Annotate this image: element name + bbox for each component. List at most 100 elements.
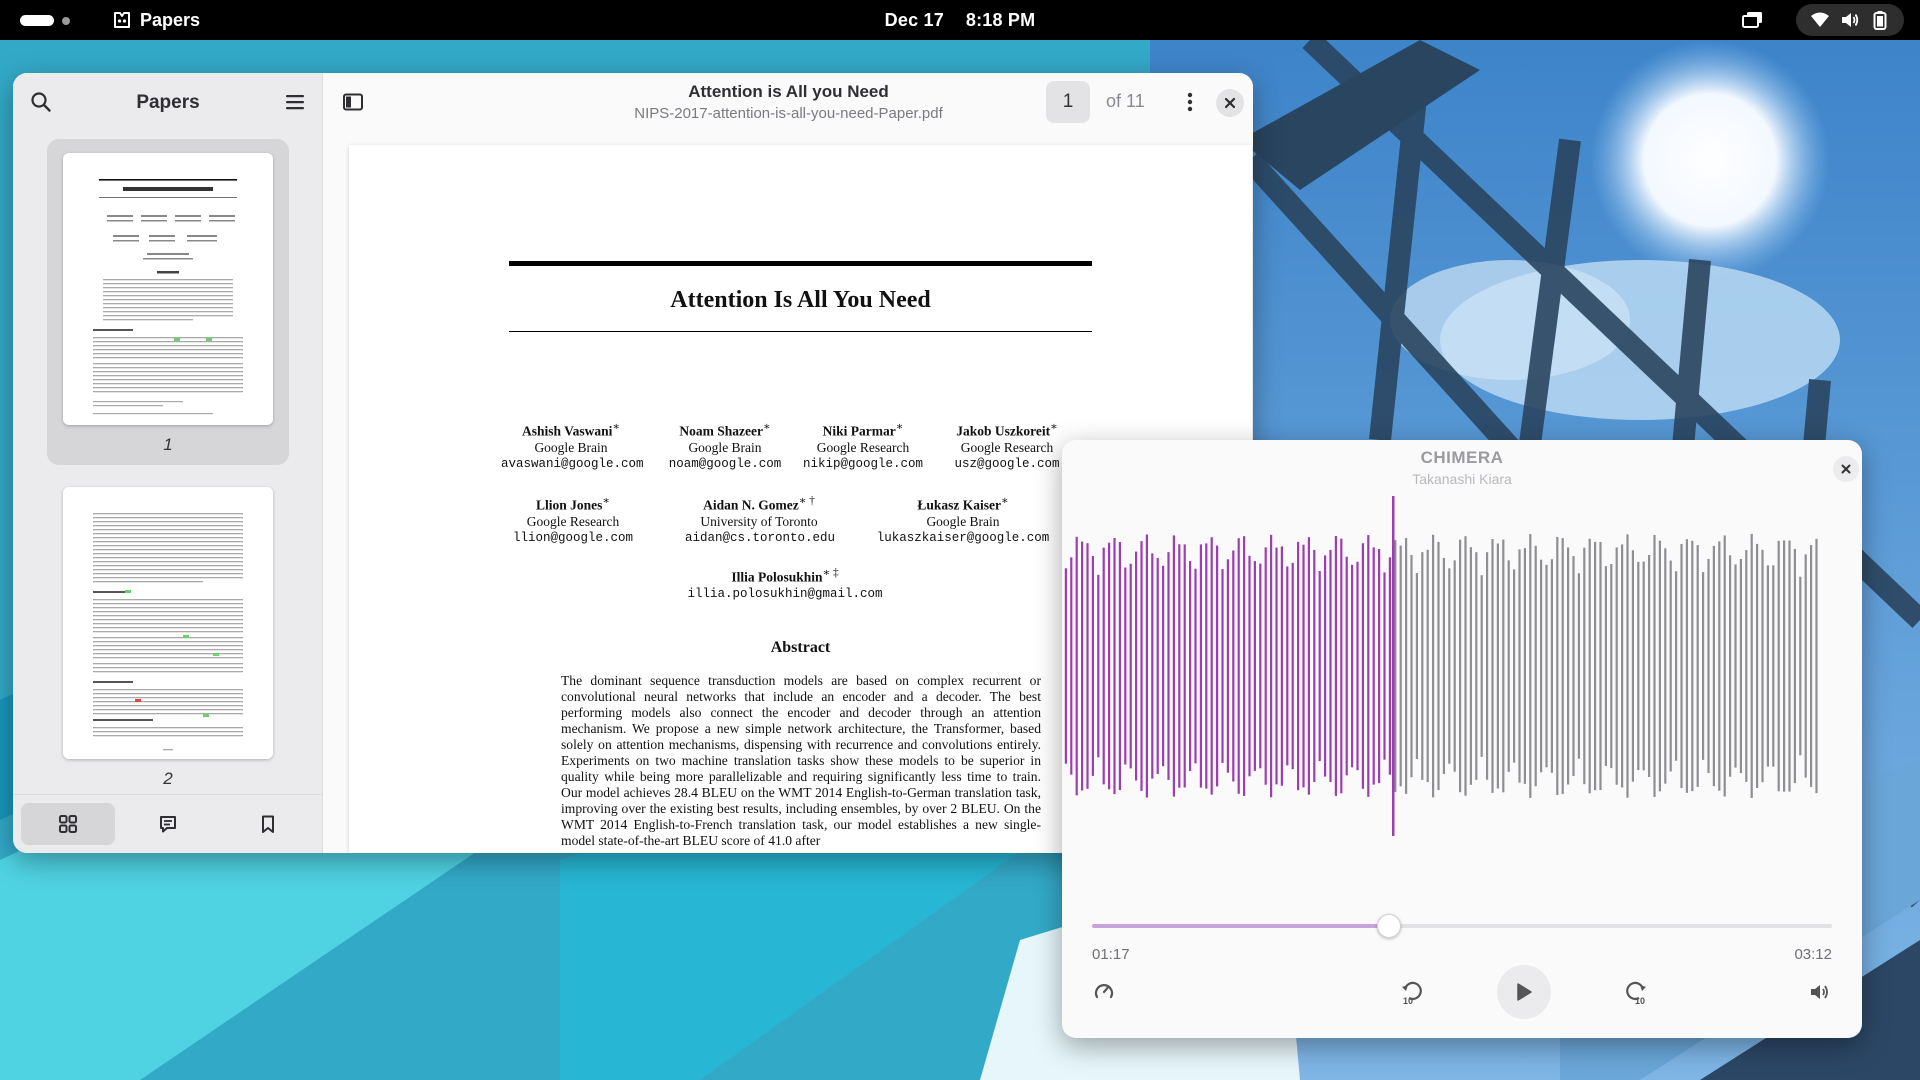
waveform-bar	[1442, 558, 1445, 774]
waveform-bar	[1097, 574, 1100, 758]
waveform-bar	[1583, 547, 1586, 785]
waveform-bar	[1118, 541, 1121, 791]
waveform-bar	[1799, 576, 1802, 756]
waveform-bar	[1372, 547, 1375, 785]
waveform-bar	[1648, 555, 1651, 777]
waveform-bar	[1086, 543, 1089, 789]
window-close-button[interactable]	[1216, 89, 1244, 117]
waveform-bar	[1253, 561, 1256, 771]
author-mark: ∗	[612, 421, 621, 433]
paper-title: Attention Is All You Need	[670, 287, 931, 313]
waveform-bar	[1367, 535, 1370, 797]
bookmarks-view-button[interactable]	[221, 803, 315, 845]
waveform-bar	[1313, 549, 1316, 782]
waveform-bar	[1691, 540, 1694, 792]
svg-text:10: 10	[1635, 996, 1645, 1005]
waveform-bar	[1297, 541, 1300, 791]
document-menu-button[interactable]	[1173, 85, 1207, 119]
sidebar-view-switcher	[13, 794, 323, 853]
track-artist: Takanashi Kiara	[1412, 471, 1512, 487]
author-block: Illia Polosukhin∗ ‡ illia.polosukhin@gma…	[685, 565, 885, 602]
waveform-bar	[1421, 552, 1424, 780]
waveform-bar	[1480, 575, 1483, 757]
seek-slider[interactable]	[1092, 914, 1832, 938]
waveform-bar	[1091, 556, 1094, 776]
forward-10-icon: 10	[1626, 981, 1646, 1005]
waveform-bar	[1318, 571, 1321, 762]
grid-icon	[59, 815, 77, 833]
battery-icon	[1873, 11, 1887, 30]
close-icon	[1224, 97, 1236, 109]
waveform-bar	[1707, 558, 1710, 774]
wifi-icon	[1811, 12, 1829, 27]
playback-speed-button[interactable]	[1084, 972, 1124, 1012]
current-time: 01:17	[1092, 946, 1130, 963]
waveform-visualizer[interactable]	[1062, 496, 1862, 836]
svg-text:10: 10	[1403, 996, 1413, 1005]
clock-time: 8:18 PM	[965, 10, 1036, 30]
page-number-input[interactable]: 1	[1046, 81, 1090, 123]
sidebar: Papers 1 2	[13, 73, 323, 853]
author-affiliation: Google Brain	[688, 439, 762, 455]
page-thumbnail-1[interactable]: 1	[47, 139, 289, 465]
seek-progress	[1092, 924, 1389, 928]
waveform-bar	[1286, 566, 1289, 766]
sidebar-header: Papers	[13, 73, 323, 131]
clock[interactable]: Dec 17 8:18 PM	[0, 10, 1920, 31]
document-header-bar: Attention is All you Need NIPS-2017-atte…	[324, 73, 1253, 143]
author-block: Niki Parmar∗ Google Research nikip@googl…	[793, 419, 933, 472]
waveform-bar	[1426, 549, 1429, 783]
waveform-bar	[1448, 568, 1451, 764]
annotations-view-button[interactable]	[121, 803, 215, 845]
waveform-bar	[1453, 560, 1456, 772]
play-icon	[1517, 983, 1532, 1001]
volume-button[interactable]	[1800, 972, 1840, 1012]
waveform-bar	[1064, 568, 1067, 764]
forward-10-button[interactable]: 10	[1616, 972, 1656, 1012]
waveform-bar	[1702, 572, 1705, 760]
waveform-bar	[1783, 540, 1786, 792]
rewind-10-button[interactable]: 10	[1392, 972, 1432, 1012]
waveform-bar	[1464, 536, 1467, 796]
waveform-bar	[1523, 548, 1526, 784]
waveform-bar	[1604, 566, 1607, 766]
waveform-bar	[1221, 569, 1224, 763]
screen-share-icon[interactable]	[1742, 10, 1764, 30]
waveform-bar	[1545, 564, 1548, 768]
page-number-label: 2	[163, 769, 173, 788]
waveform-bar	[1664, 548, 1667, 784]
author-affiliation: Google Research	[526, 513, 620, 529]
seek-handle[interactable]	[1376, 914, 1401, 938]
waveform-bar	[1178, 544, 1181, 788]
waveform-bar	[1788, 540, 1791, 792]
waveform-bar	[1685, 539, 1688, 793]
thumbnails-view-button[interactable]	[21, 803, 115, 845]
waveform-bar	[1599, 542, 1602, 790]
waveform-bar	[1081, 541, 1084, 791]
waveform-bar	[1356, 561, 1359, 771]
play-button[interactable]	[1497, 965, 1551, 1019]
speedometer-icon	[1094, 984, 1114, 999]
waveform-bar	[1610, 564, 1613, 769]
page-thumbnail-2[interactable]: 2	[47, 473, 289, 799]
author-mark: ∗	[1000, 495, 1009, 507]
system-status-menu[interactable]	[1796, 4, 1904, 36]
author-affiliation: University of Toronto	[700, 513, 818, 529]
waveform-bar	[1345, 556, 1348, 776]
author-email: lukaszkaiser@google.com	[876, 530, 1050, 545]
waveform-bar	[1550, 559, 1553, 773]
main-menu-button[interactable]	[278, 85, 312, 119]
waveform-bar	[1432, 534, 1435, 798]
sidebar-title: Papers	[136, 92, 200, 113]
waveform-bar	[1248, 555, 1251, 777]
waveform-bar	[1226, 559, 1229, 773]
waveform-playhead[interactable]	[1392, 496, 1395, 836]
waveform-bar	[1102, 547, 1105, 785]
waveform-bar	[1210, 537, 1213, 795]
waveform-bar	[1540, 559, 1543, 773]
waveform-bar	[1167, 552, 1170, 780]
player-close-button[interactable]	[1833, 456, 1859, 482]
waveform-bar	[1378, 549, 1381, 784]
hamburger-menu-icon	[286, 95, 304, 110]
track-title: CHIMERA	[1420, 448, 1504, 467]
